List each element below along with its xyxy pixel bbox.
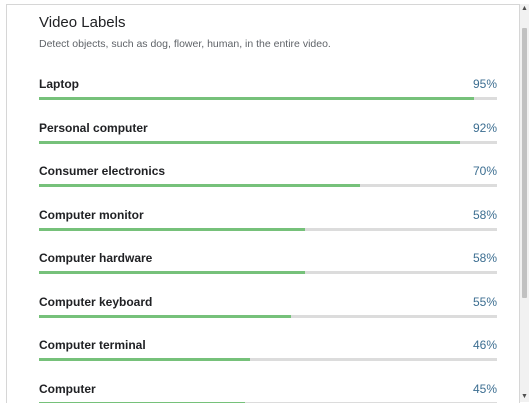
confidence-bar-track bbox=[39, 184, 497, 187]
label-confidence: 70% bbox=[472, 164, 497, 178]
confidence-bar-track bbox=[39, 140, 497, 144]
scroll-up-icon[interactable]: ▲ bbox=[520, 4, 529, 14]
label-row: Computer hardware 58% bbox=[39, 241, 497, 285]
confidence-bar-fill bbox=[39, 184, 360, 187]
label-confidence: 45% bbox=[472, 381, 497, 396]
confidence-bar-fill bbox=[39, 314, 291, 318]
video-labels-card: Video Labels Detect objects, such as dog… bbox=[6, 4, 520, 403]
label-list: Laptop 95% Personal computer 92% Consumer el… bbox=[39, 67, 497, 403]
confidence-bar-fill bbox=[39, 227, 305, 231]
confidence-bar-fill bbox=[39, 271, 305, 274]
label-name: Consumer electronics bbox=[39, 164, 166, 178]
label-row: Computer monitor 58% bbox=[39, 198, 497, 242]
confidence-bar-track bbox=[39, 358, 497, 361]
label-name: Personal computer bbox=[39, 120, 148, 135]
label-row: Computer terminal 46% bbox=[39, 328, 497, 372]
card-title: Video Labels bbox=[39, 14, 126, 31]
label-name: Computer terminal bbox=[39, 338, 146, 352]
scrollbar-thumb[interactable] bbox=[522, 28, 527, 298]
label-confidence: 58% bbox=[472, 207, 497, 222]
label-confidence: 58% bbox=[472, 251, 497, 265]
card-subtitle: Detect objects, such as dog, flower, hum… bbox=[39, 38, 331, 50]
label-confidence: 92% bbox=[472, 120, 497, 135]
confidence-bar-track bbox=[39, 97, 497, 100]
confidence-bar-fill bbox=[39, 358, 250, 361]
label-row: Personal computer 92% bbox=[39, 111, 497, 155]
confidence-bar-fill bbox=[39, 97, 475, 100]
confidence-bar-fill bbox=[39, 140, 461, 144]
vertical-scrollbar[interactable]: ▲ ▼ bbox=[520, 4, 529, 402]
label-name: Computer monitor bbox=[39, 207, 144, 222]
label-confidence: 95% bbox=[472, 77, 497, 91]
confidence-bar-track bbox=[39, 227, 497, 231]
confidence-bar-track bbox=[39, 271, 497, 274]
label-name: Computer bbox=[39, 381, 96, 396]
confidence-bar-track bbox=[39, 401, 497, 403]
label-row: Laptop 95% bbox=[39, 67, 497, 111]
label-name: Computer keyboard bbox=[39, 294, 153, 309]
confidence-bar-track bbox=[39, 314, 497, 318]
label-row: Computer keyboard 55% bbox=[39, 285, 497, 329]
label-name: Computer hardware bbox=[39, 251, 153, 265]
scroll-down-icon[interactable]: ▼ bbox=[520, 392, 529, 402]
label-confidence: 46% bbox=[472, 338, 497, 352]
confidence-bar-fill bbox=[39, 401, 246, 403]
label-row: Computer 45% bbox=[39, 372, 497, 403]
label-confidence: 55% bbox=[472, 294, 497, 309]
label-row: Consumer electronics 70% bbox=[39, 154, 497, 198]
label-name: Laptop bbox=[39, 77, 79, 91]
